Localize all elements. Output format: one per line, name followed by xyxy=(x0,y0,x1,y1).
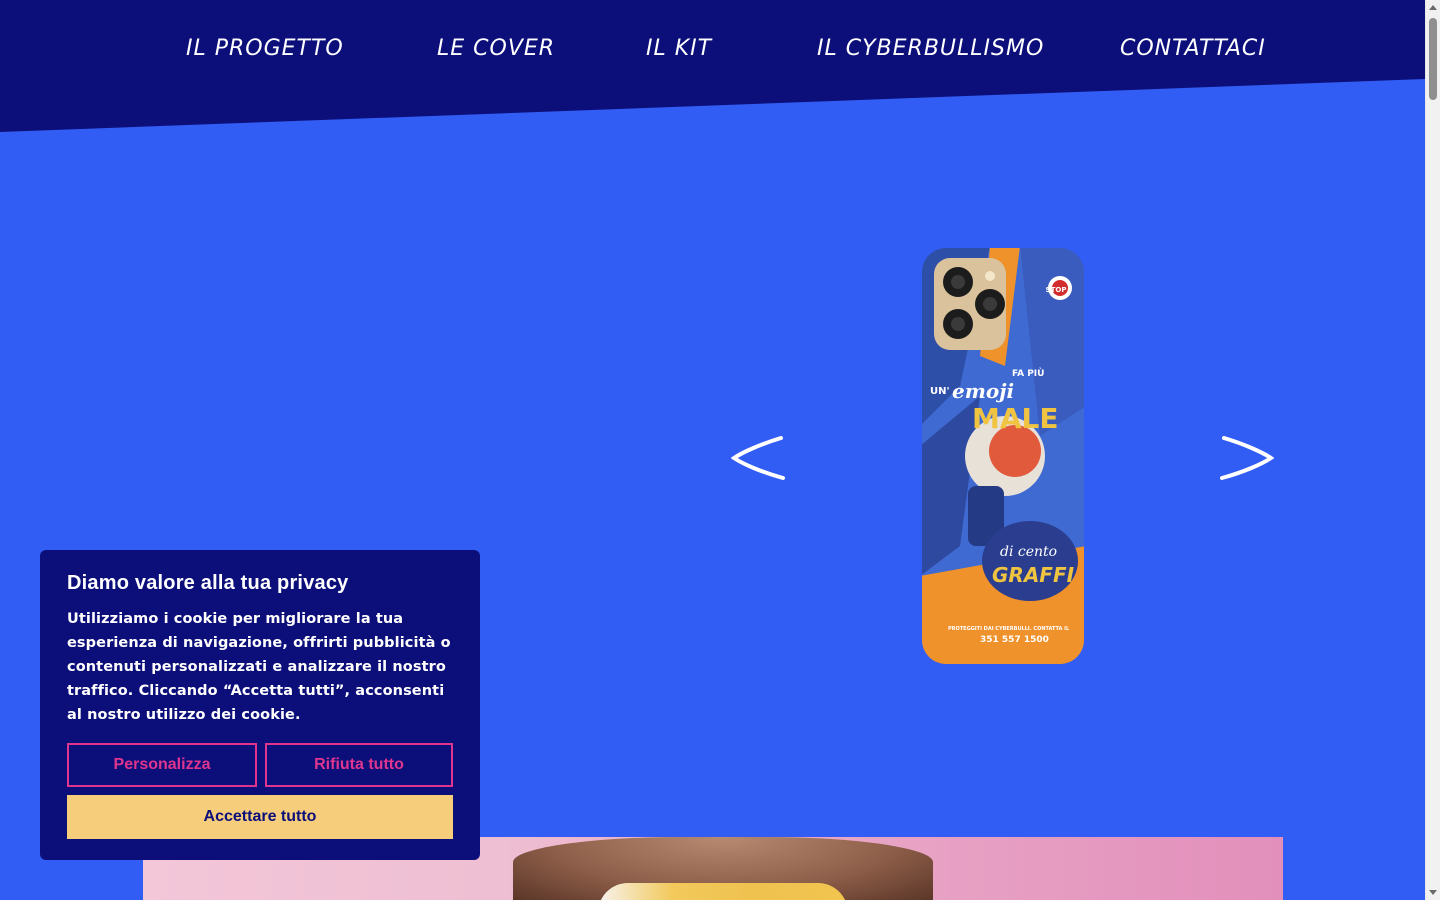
nav-item-kit[interactable]: IL KIT xyxy=(646,36,712,61)
scrollbar[interactable] xyxy=(1425,0,1440,900)
carousel-next-button[interactable] xyxy=(1220,434,1275,484)
accept-all-button[interactable]: Accettare tutto xyxy=(67,795,453,839)
cookie-button-row: Personalizza Rifiuta tutto xyxy=(67,743,453,787)
cookie-title: Diamo valore alla tua privacy xyxy=(67,572,349,594)
case-text-footer: PROTEGGITI DAI CYBERBULLI. CONTATTA IL xyxy=(948,626,1070,632)
phone-case-image: STOP UN' emoji FA PIÙ MALE di cento GRAF… xyxy=(920,246,1086,666)
stop-badge-text: STOP xyxy=(1046,286,1067,294)
case-text-di-cento: di cento xyxy=(1000,544,1057,560)
reject-all-button[interactable]: Rifiuta tutto xyxy=(265,743,453,787)
main-nav: IL PROGETTO LE COVER IL KIT IL CYBERBULL… xyxy=(0,36,1425,70)
scroll-up-icon[interactable] xyxy=(1429,5,1437,10)
customize-button[interactable]: Personalizza xyxy=(67,743,257,787)
chevron-right-icon xyxy=(1220,436,1275,480)
nav-item-contattaci[interactable]: CONTATTACI xyxy=(1120,36,1266,61)
cookie-text: Utilizziamo i cookie per migliorare la t… xyxy=(67,611,451,723)
cookie-banner: Diamo valore alla tua privacy Utilizziam… xyxy=(40,550,480,860)
chevron-left-icon xyxy=(730,436,785,480)
nav-item-progetto[interactable]: IL PROGETTO xyxy=(186,36,344,61)
case-text-fa-piu: FA PIÙ xyxy=(1012,367,1044,379)
case-text-graffi: GRAFFI xyxy=(992,563,1075,587)
case-text-male: MALE xyxy=(972,402,1059,435)
case-text-un: UN' xyxy=(930,386,950,397)
photo-phone-case xyxy=(598,883,848,900)
scroll-down-icon[interactable] xyxy=(1429,890,1437,895)
case-text-phone: 351 557 1500 xyxy=(980,635,1049,645)
nav-item-cyberbullismo[interactable]: IL CYBERBULLISMO xyxy=(817,36,1044,61)
scrollbar-thumb[interactable] xyxy=(1429,18,1437,100)
nav-item-cover[interactable]: LE COVER xyxy=(437,36,555,61)
carousel-prev-button[interactable] xyxy=(730,434,785,484)
case-text-emoji: emoji xyxy=(952,379,1014,403)
